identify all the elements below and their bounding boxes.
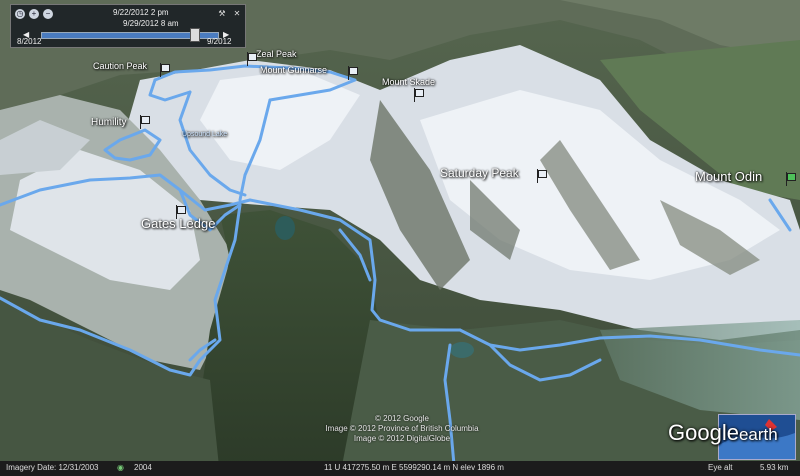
google-earth-logo: Googleearth (668, 420, 778, 445)
status-bar: Imagery Date: 12/31/2003 ◉ 2004 11 U 417… (0, 461, 800, 476)
start-date-label: 8/2012 (17, 37, 42, 46)
placemark-mount-skade[interactable]: Mount Skade (382, 77, 435, 87)
placemark-mount-gunnarse[interactable]: Mount Gunnarse (260, 65, 327, 75)
imagery-date: Imagery Date: 12/31/2003 (6, 463, 99, 472)
flag-icon (348, 66, 358, 80)
placemark-label: Saturday Peak (440, 166, 519, 180)
eye-alt-label: Eye alt (708, 463, 733, 472)
placemark-humility[interactable]: Humility (91, 117, 127, 128)
year-badge: 2004 (134, 463, 152, 472)
placemark-saturday-peak[interactable]: Saturday Peak (440, 166, 519, 180)
magnifier-plus-icon[interactable]: + (29, 9, 39, 19)
credit-line: © 2012 Google (375, 414, 429, 423)
flag-icon (140, 115, 150, 129)
placemark-zeal-peak[interactable]: Zeal Peak (256, 49, 297, 59)
current-time-label: 9/29/2012 8 am (123, 19, 179, 28)
flag-icon (176, 205, 186, 219)
magnifier-minus-icon[interactable]: − (43, 9, 53, 19)
flag-icon (537, 169, 547, 183)
placemark-mount-odin[interactable]: Mount Odin (695, 169, 762, 184)
flag-icon (247, 52, 257, 66)
placemark-caution-peak[interactable]: Caution Peak (93, 61, 147, 71)
clock-icon[interactable]: ◷ (15, 9, 25, 19)
placemark-label: Humility (91, 117, 127, 128)
placemark-label: Zeal Peak (256, 49, 297, 59)
placemark-upsound-lake[interactable]: Upsound Lake (182, 131, 227, 138)
eye-alt-value: 5.93 km (760, 463, 789, 472)
close-icon[interactable]: ✕ (232, 9, 242, 19)
flag-icon (160, 63, 170, 77)
time-range-label: 9/22/2012 2 pm (113, 8, 169, 17)
imagery-credits: © 2012 Google Image © 2012 Province of B… (312, 414, 492, 444)
coordinates-readout: 11 U 417275.50 m E 5599290.14 m N elev 1… (324, 463, 504, 472)
end-date-label: 9/2012 (207, 37, 232, 46)
map-view[interactable]: Caution Peak Zeal Peak Mount Gunnarse Mo… (0, 0, 800, 476)
placemark-label: Upsound Lake (182, 131, 228, 138)
flag-icon (786, 172, 796, 186)
time-slider-panel: ◷ + − 9/22/2012 2 pm ⚒ ✕ 9/29/2012 8 am … (10, 4, 246, 48)
satellite-terrain-image (0, 0, 800, 476)
placemark-label: Mount Odin (695, 169, 763, 184)
placemark-label: Caution Peak (93, 61, 148, 71)
historical-imagery-icon[interactable]: ◉ (117, 463, 124, 472)
credit-line: Image © 2012 Province of British Columbi… (325, 424, 479, 433)
placemark-label: Mount Gunnarse (260, 65, 328, 75)
credit-line: Image © 2012 DigitalGlobe (353, 434, 451, 443)
flag-icon (414, 88, 424, 102)
wrench-icon[interactable]: ⚒ (217, 9, 227, 19)
placemark-label: Mount Skade (382, 77, 436, 87)
time-slider-handle[interactable] (190, 28, 201, 42)
